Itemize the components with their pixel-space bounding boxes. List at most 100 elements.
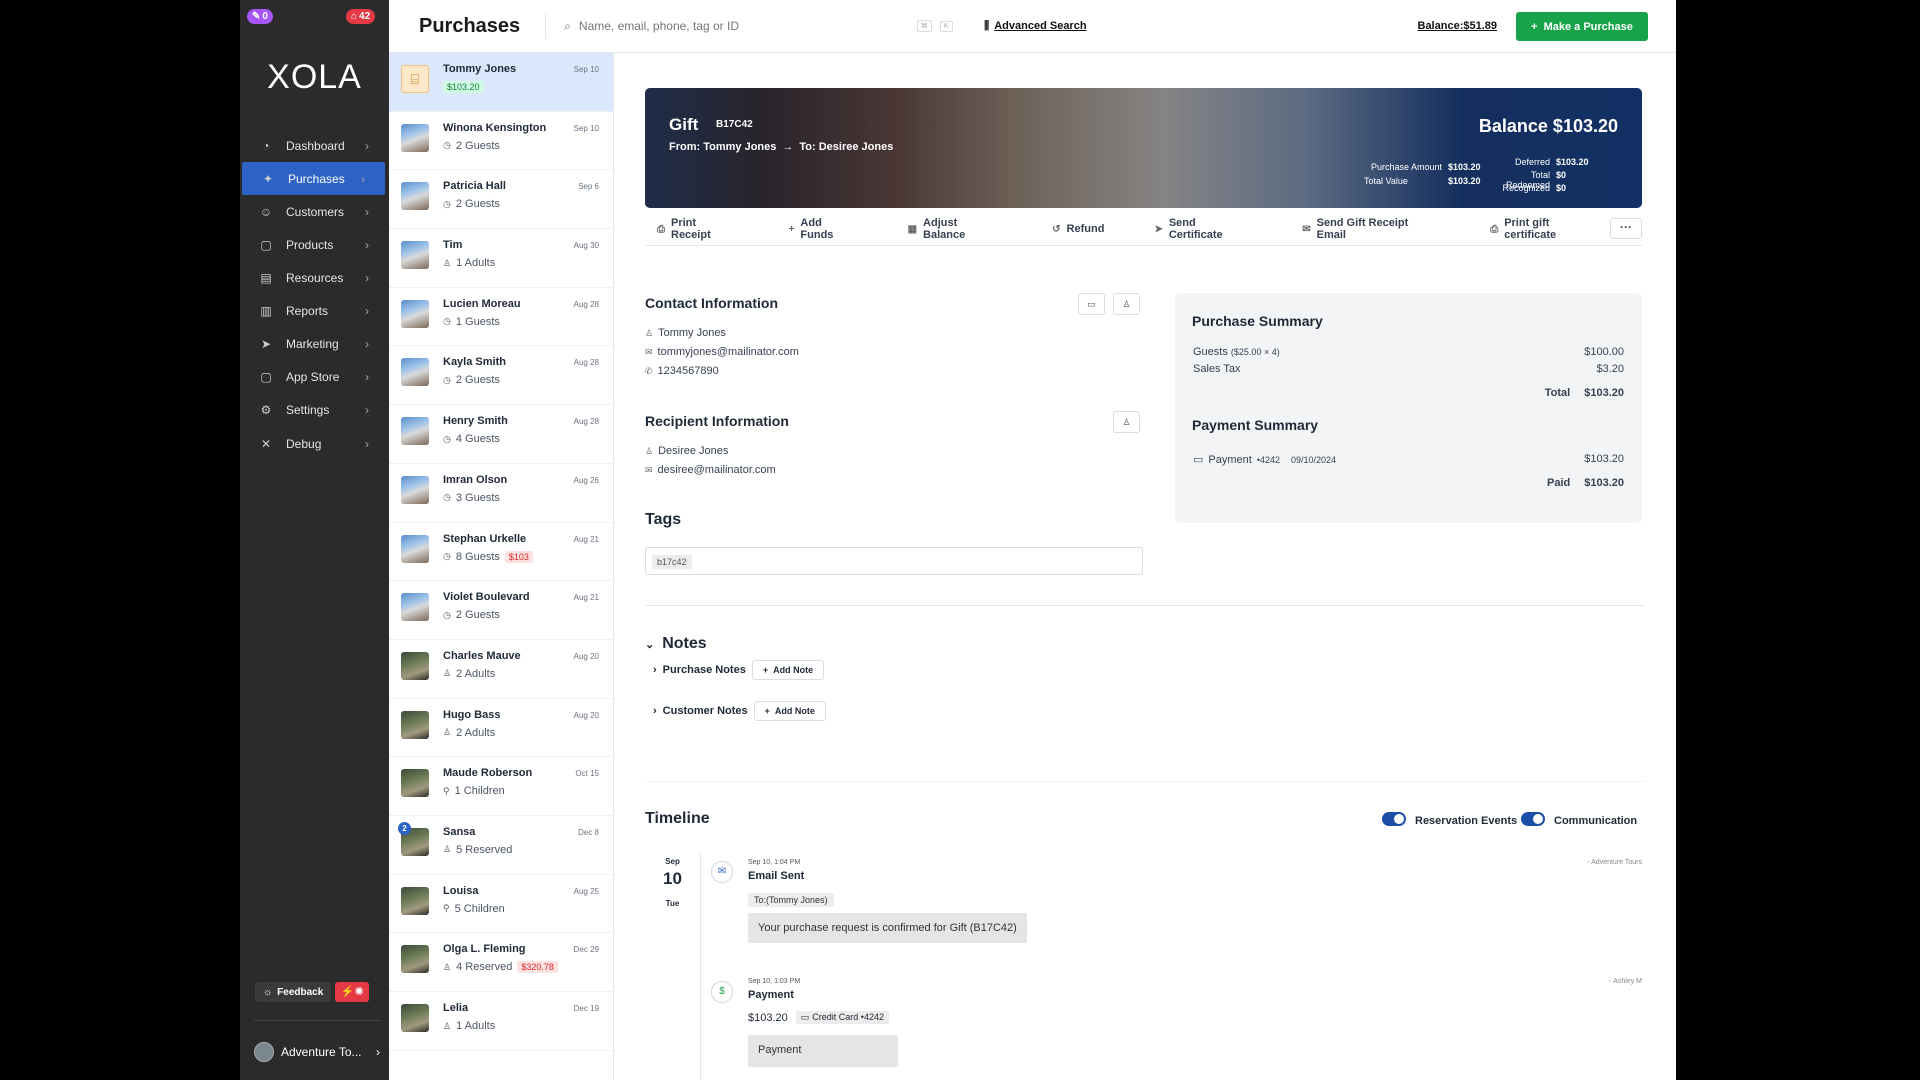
purchase-meta: ♙ 4 Reserved $320.78 — [443, 961, 558, 974]
message-button[interactable]: ▭ — [1078, 293, 1105, 315]
add-customer-note-button[interactable]: + Add Note — [753, 701, 826, 721]
print-receipt-button[interactable]: ⎙ Print Receipt — [657, 217, 739, 241]
refund-button[interactable]: ↺ Refund — [1052, 223, 1104, 235]
list-item[interactable]: Henry Smith Aug 28 ◷ 4 Guests — [389, 405, 613, 464]
purchase-meta: ♙ 1 Adults — [443, 257, 495, 269]
purchase-notes-row: › Purchase Notes + Add Note — [653, 660, 825, 680]
list-item[interactable]: Charles Mauve Aug 20 ♙ 2 Adults — [389, 640, 613, 699]
purchase-meta: ⚲ 5 Children — [443, 903, 505, 915]
sidebar-item-resources[interactable]: ▤ Resources › — [240, 261, 389, 294]
gift-balance: Balance $103.20 — [1478, 116, 1618, 136]
list-item[interactable]: Stephan Urkelle Aug 21 ◷ 8 Guests $103 — [389, 523, 613, 582]
view-recipient-button[interactable]: ♙ — [1113, 411, 1140, 433]
tags-input[interactable]: b17c42 — [645, 547, 1143, 575]
product-thumbnail — [401, 358, 429, 387]
list-item[interactable]: Maude Roberson Oct 15 ⚲ 1 Children — [389, 757, 613, 816]
recipient-email[interactable]: ✉ desiree@mailinator.com — [645, 464, 776, 476]
customer-name: Sansa — [443, 825, 476, 838]
sidebar-item-purchases[interactable]: ✦ Purchases › — [242, 162, 385, 195]
product-thumbnail — [401, 417, 429, 446]
list-item[interactable]: Winona Kensington Sep 10 ◷ 2 Guests — [389, 112, 613, 171]
purchase-date: Aug 25 — [573, 886, 599, 896]
paid-line: Paid $103.20 — [1547, 477, 1624, 489]
account-balance-link[interactable]: Balance:$51.89 — [1418, 20, 1498, 32]
contact-email[interactable]: ✉ tommyjones@mailinator.com — [645, 346, 799, 358]
reservation-events-toggle[interactable] — [1382, 812, 1406, 826]
purchase-meta: ♙ 2 Adults — [443, 668, 495, 680]
purchase-detail: Gift B17C42 From: Tommy Jones → To: Desire… — [645, 53, 1655, 1080]
sidebar-item-products[interactable]: ▢ Products › — [240, 228, 389, 261]
marketing-icon: ➤ — [260, 336, 272, 351]
feedback-button[interactable]: ☼ Feedback — [255, 982, 332, 1002]
notes-toggle[interactable]: ⌄ Notes — [645, 635, 707, 653]
total-line: Total $103.20 — [1544, 387, 1624, 399]
sidebar-item-settings[interactable]: ⚙ Settings › — [240, 393, 389, 426]
sidebar-item-app-store[interactable]: ▢ App Store › — [240, 360, 389, 393]
timeline-weekday: Tue — [665, 899, 680, 908]
product-thumbnail — [401, 945, 429, 974]
account-switcher[interactable]: Adventure To... › — [254, 1020, 380, 1068]
print-gift-certificate-button[interactable]: ⎙ Print gift certificate — [1490, 217, 1604, 241]
product-thumbnail — [401, 182, 429, 211]
list-item[interactable]: 2 Sansa Dec 8 ♙ 5 Reserved — [389, 816, 613, 875]
view-customer-button[interactable]: ♙ — [1113, 293, 1140, 315]
guest-count: 1 Guests — [455, 315, 500, 328]
add-funds-button[interactable]: + Add Funds — [789, 217, 858, 241]
search-input[interactable] — [578, 19, 909, 33]
event-title: Payment — [748, 989, 794, 1001]
sidebar-item-label: Settings — [286, 402, 330, 417]
send-gift-receipt-email-button[interactable]: ✉ Send Gift Receipt Email — [1302, 217, 1440, 241]
customer-name: Hugo Bass — [443, 708, 501, 721]
email-recipient: To:(Tommy Jones) — [748, 893, 834, 907]
more-options-button[interactable]: ··· — [1610, 218, 1642, 239]
list-item[interactable]: Hugo Bass Aug 20 ♙ 2 Adults — [389, 699, 613, 758]
payment-message[interactable]: Payment — [748, 1035, 898, 1067]
xola-logo[interactable]: XOLA — [240, 58, 389, 97]
guest-count: 4 Reserved — [456, 961, 513, 974]
send-certificate-button[interactable]: ➤ Send Certificate — [1154, 217, 1252, 241]
list-item[interactable]: Louisa Aug 25 ⚲ 5 Children — [389, 875, 613, 934]
communication-toggle[interactable] — [1521, 812, 1545, 826]
chevron-right-icon[interactable]: › — [653, 664, 657, 676]
list-item[interactable]: Olga L. Fleming Dec 29 ♙ 4 Reserved $320.78 — [389, 933, 613, 992]
purchase-meta: ◷ 1 Guests — [443, 316, 500, 328]
alerts-badge[interactable]: ⌂ 42 — [346, 9, 376, 24]
customer-name: Imran Olson — [443, 473, 508, 486]
contact-phone[interactable]: ✆ 1234567890 — [645, 365, 719, 377]
purchases-icon: ✦ — [262, 171, 274, 186]
notifications-badge[interactable]: ✎ 0 — [247, 9, 273, 24]
list-item[interactable]: Tim Aug 30 ♙ 1 Adults — [389, 229, 613, 288]
sidebar-item-reports[interactable]: ▥ Reports › — [240, 294, 389, 327]
tag-chip[interactable]: b17c42 — [652, 555, 692, 569]
chevron-right-icon[interactable]: › — [653, 705, 657, 717]
advanced-search-link[interactable]: ⫼ Advanced Search — [984, 20, 1086, 33]
make-purchase-button[interactable]: + Make a Purchase — [1516, 12, 1648, 41]
sidebar-item-customers[interactable]: ☺ Customers › — [240, 195, 389, 228]
list-item[interactable]: Kayla Smith Aug 28 ◷ 2 Guests — [389, 346, 613, 406]
list-item[interactable]: Lucien Moreau Aug 28 ◷ 1 Guests — [389, 288, 613, 347]
list-item[interactable]: Lelia Dec 19 ♙ 1 Adults — [389, 992, 613, 1051]
sidebar-item-debug[interactable]: ✕ Debug › — [240, 427, 389, 460]
customer-name: Tommy Jones — [443, 63, 517, 75]
list-item[interactable]: Patricia Hall Sep 6 ◷ 2 Guests — [389, 170, 613, 230]
list-item[interactable]: Violet Boulevard Aug 21 ◷ 2 Guests — [389, 581, 613, 640]
sidebar: ✎ 0 ⌂ 42 XOLA ◔ Dashboard › ✦ Purchases › ☺ Custo… — [240, 0, 389, 1080]
gift-title: Gift — [669, 115, 699, 134]
settings-icon: ⚙ — [260, 402, 272, 417]
sidebar-item-dashboard[interactable]: ◔ Dashboard › — [240, 129, 389, 162]
list-item[interactable]: Imran Olson Aug 26 ◷ 3 Guests — [389, 464, 613, 523]
sidebar-item-label: Reports — [286, 303, 329, 318]
bug-report-button[interactable]: ⚡✺ — [335, 982, 370, 1002]
adjust-balance-button[interactable]: ▦ Adjust Balance — [908, 217, 1003, 241]
guests-icon: ◷ — [443, 316, 451, 327]
search-box[interactable]: ⌕ ⌘ K — [564, 19, 984, 34]
guests-icon: ⚲ — [443, 785, 450, 796]
send-icon: ➤ — [1154, 223, 1163, 235]
sidebar-item-label: Resources — [286, 270, 344, 285]
add-purchase-note-button[interactable]: + Add Note — [751, 660, 825, 680]
list-item[interactable]: ⌸ Tommy Jones Sep 10 $103.20 — [389, 53, 613, 112]
customer-name: Tim — [443, 239, 463, 252]
sidebar-item-marketing[interactable]: ➤ Marketing › — [240, 327, 389, 360]
guest-count: 2 Guests — [455, 198, 500, 211]
email-message[interactable]: Your purchase request is confirmed for G… — [748, 913, 1027, 943]
